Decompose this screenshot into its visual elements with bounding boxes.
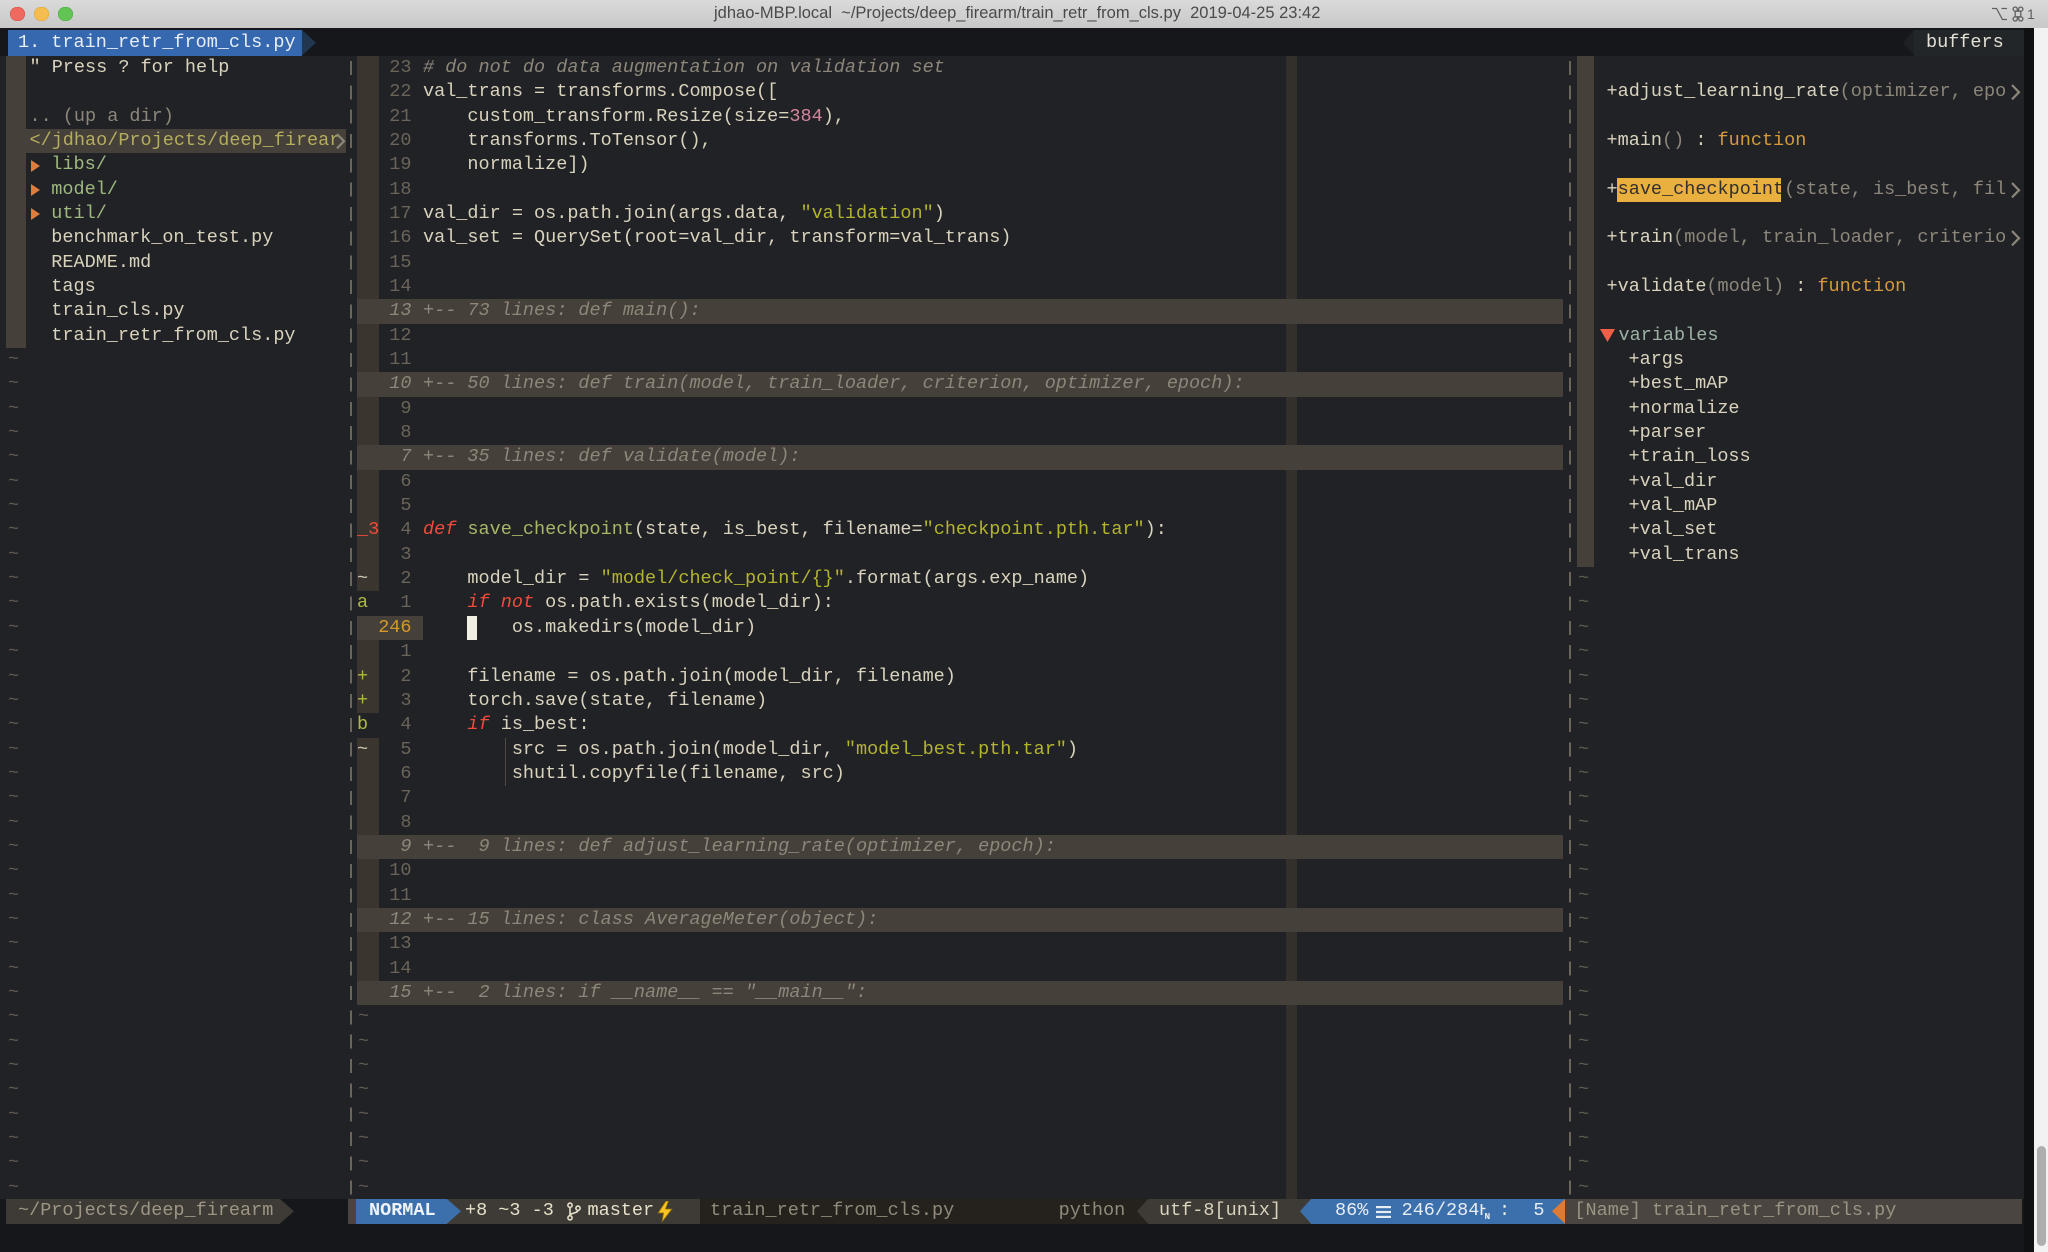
- svg-text:1: 1: [2027, 6, 2035, 22]
- svg-text:N: N: [1484, 1211, 1490, 1220]
